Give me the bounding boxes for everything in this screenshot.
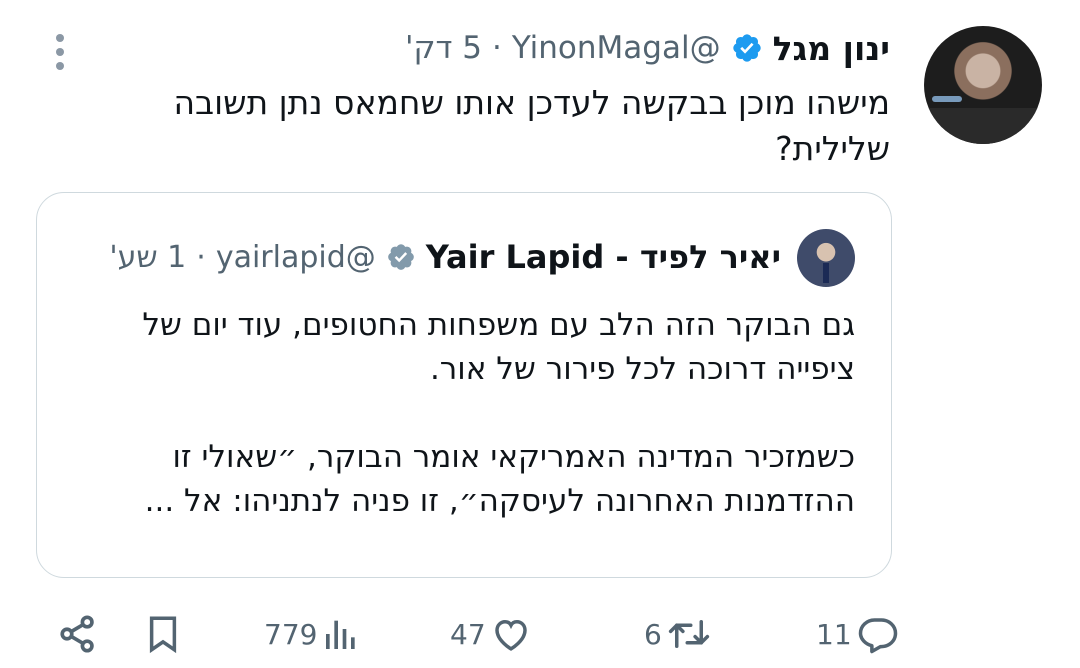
quoted-text-line: ההזדמנות האחרונה לעיסקה״, זו פניה לנתניה… (144, 483, 855, 519)
verified-badge-icon (732, 34, 761, 62)
quoted-tweet-card[interactable]: יאיר לפיד - Yair Lapid @yairlapid · 1 שע… (36, 192, 892, 578)
quoted-tweet-text: גם הבוקר הזה הלב עם משפחות החטופים, עוד … (75, 303, 855, 567)
bookmark-icon (149, 616, 177, 654)
reply-count: 11 (816, 617, 852, 651)
bookmark-button[interactable] (142, 608, 184, 660)
quoted-paragraph: גם הבוקר הזה הלב עם משפחות החטופים, עוד … (75, 303, 855, 391)
views-button[interactable]: 779 (264, 608, 361, 660)
quoted-author-handle: @yairlapid (215, 239, 376, 275)
reply-button[interactable]: 11 (816, 608, 900, 660)
quoted-text-line: כשמזכיר המדינה האמריקאי אומר הבוקר, ״שאו… (172, 439, 855, 475)
author-avatar[interactable] (924, 26, 1042, 144)
more-vertical-icon[interactable] (50, 30, 70, 70)
separator-dot: · (491, 30, 502, 66)
quoted-tweet-time: 1 שע' (109, 239, 187, 275)
quoted-text-line: גם הבוקר הזה הלב עם משפחות החטופים, עוד … (142, 307, 855, 343)
retweet-count: 6 (644, 617, 662, 651)
quoted-author-name: יאיר לפיד - Yair Lapid (425, 238, 781, 276)
reply-icon (858, 618, 897, 654)
separator-dot: · (196, 239, 206, 275)
quoted-paragraph: כשמזכיר המדינה האמריקאי אומר הבוקר, ״שאו… (75, 435, 855, 523)
views-count: 779 (264, 617, 318, 651)
quoted-tweet-header: יאיר לפיד - Yair Lapid @yairlapid · 1 שע… (109, 237, 781, 277)
retweet-button[interactable]: 6 (644, 608, 712, 660)
like-count: 47 (450, 617, 486, 651)
tweet-text-line: שלילית? (775, 129, 890, 168)
verified-badge-icon (387, 244, 414, 270)
tweet-text-line: מישהו מוכן בבקשה לעדכן אותו שחמאס נתן תש… (173, 83, 890, 122)
author-name[interactable]: ינון מגל (773, 29, 890, 68)
quoted-text-line: ציפייה דרוכה לכל פירור של אור. (429, 351, 855, 387)
tweet-time[interactable]: 5 דק' (405, 30, 482, 66)
share-icon (60, 615, 94, 653)
like-button[interactable]: 47 (450, 608, 532, 660)
like-icon (494, 619, 527, 651)
tweet-action-bar: 779 47 6 11 (0, 608, 1080, 660)
tweet-header: ינון מגל @YinonMagal · 5 דק' (405, 28, 890, 68)
tweet-text: מישהו מוכן בבקשה לעדכן אותו שחמאס נתן תש… (130, 80, 890, 172)
share-button[interactable] (56, 608, 100, 660)
quoted-author-avatar[interactable] (797, 229, 855, 287)
retweet-icon (668, 620, 709, 648)
author-handle[interactable]: @YinonMagal (512, 30, 721, 66)
views-icon (326, 620, 356, 649)
